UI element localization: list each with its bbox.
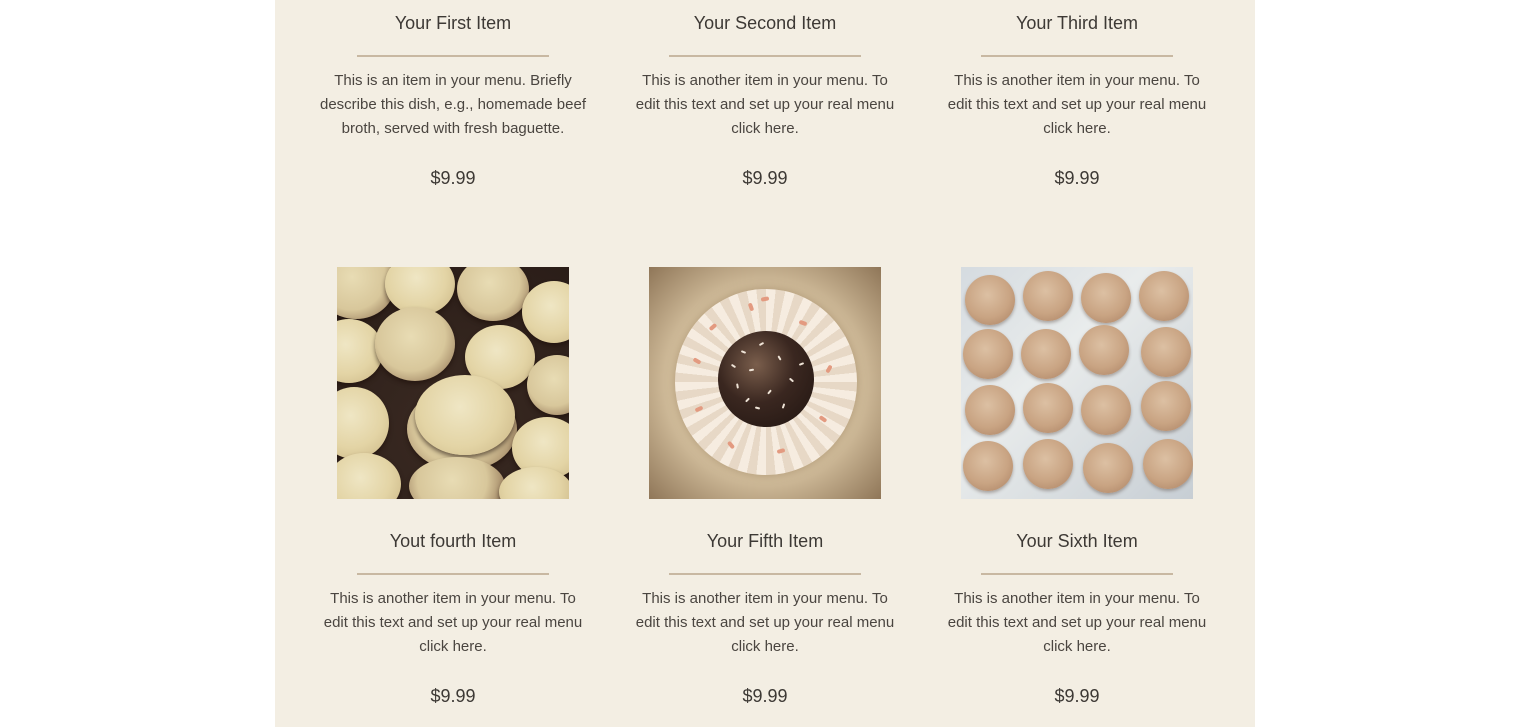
menu-item-divider: [981, 55, 1173, 57]
menu-item-description: This is an item in your menu. Briefly de…: [320, 72, 586, 137]
menu-item-4: Yout fourth Item This is another item in…: [303, 529, 603, 708]
menu-item-title: Your Third Item: [1015, 13, 1139, 33]
menu-item-divider: [357, 55, 549, 57]
menu-item-divider: [357, 573, 549, 575]
menu-item-6: Your Sixth Item This is another item in …: [927, 529, 1227, 708]
menu-item-description: This is another item in your menu. To ed…: [635, 72, 895, 137]
menu-item-5: Your Fifth Item This is another item in …: [615, 529, 915, 708]
menu-item-1: Your First Item This is an item in your …: [303, 11, 603, 190]
menu-item-description: This is another item in your menu. To ed…: [635, 590, 895, 655]
menu-item-divider: [669, 573, 861, 575]
menu-item-description: This is another item in your menu. To ed…: [947, 590, 1207, 655]
menu-item-divider: [981, 573, 1173, 575]
menu-item-title: Yout fourth Item: [389, 531, 517, 551]
menu-item-price: $9.99: [1054, 168, 1100, 188]
coconut-chocolate-ball-photo: [649, 267, 881, 499]
menu-item-title: Your First Item: [394, 13, 512, 33]
menu-item-description: This is another item in your menu. To ed…: [323, 590, 583, 655]
crinkle-cookies-photo: [961, 267, 1193, 499]
menu-item-3: Your Third Item This is another item in …: [927, 11, 1227, 190]
menu-item-price: $9.99: [742, 686, 788, 706]
menu-item-price: $9.99: [430, 168, 476, 188]
menu-item-price: $9.99: [430, 686, 476, 706]
menu-item-title: Your Second Item: [693, 13, 837, 33]
menu-item-2: Your Second Item This is another item in…: [615, 11, 915, 190]
menu-item-divider: [669, 55, 861, 57]
menu-item-description: This is another item in your menu. To ed…: [947, 72, 1207, 137]
sandwich-cookies-photo: [337, 267, 569, 499]
menu-item-title: Your Fifth Item: [706, 531, 824, 551]
menu-item-price: $9.99: [1054, 686, 1100, 706]
menu-item-price: $9.99: [742, 168, 788, 188]
menu-item-title: Your Sixth Item: [1016, 531, 1138, 551]
menu-section: Your First Item This is an item in your …: [275, 0, 1255, 727]
